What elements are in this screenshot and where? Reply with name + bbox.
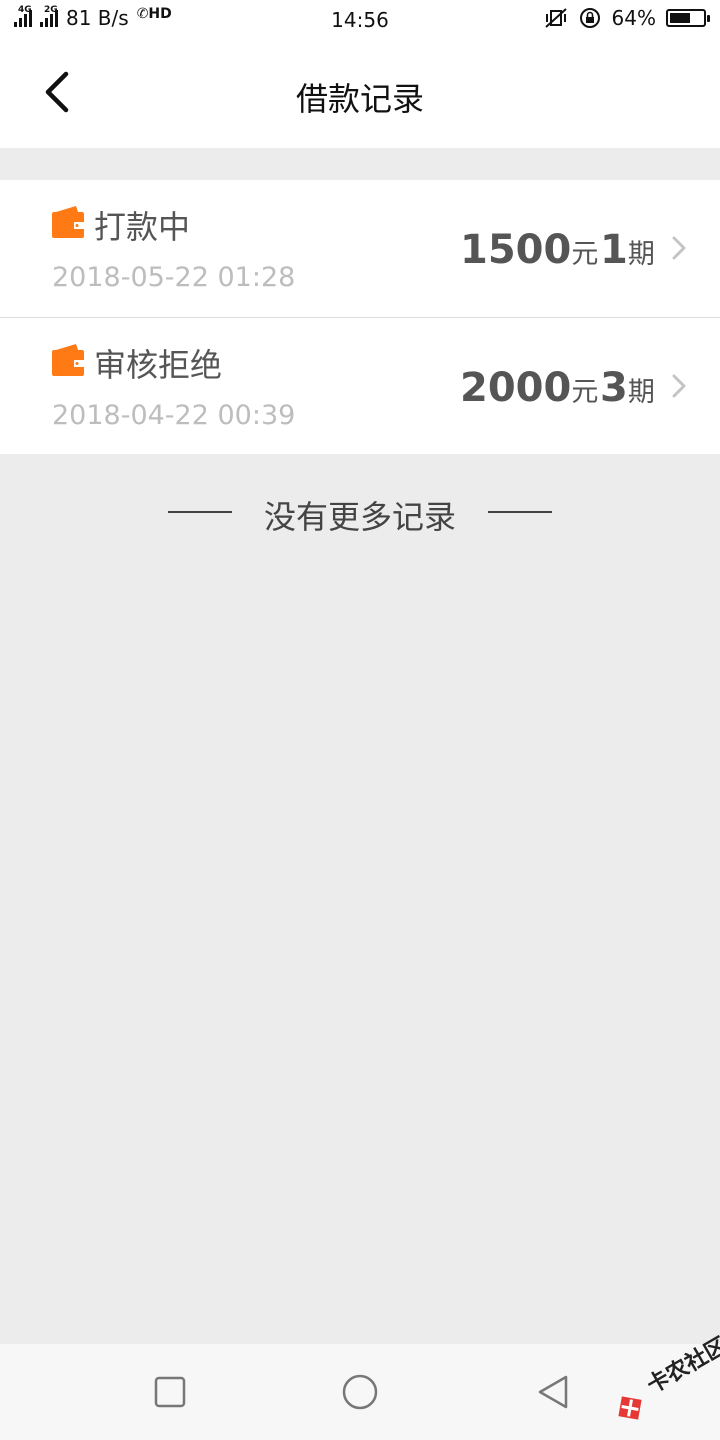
wallet-icon: [52, 206, 84, 238]
period-value: 3: [600, 365, 628, 411]
amount-unit: 元: [571, 239, 599, 270]
record-period: 3期: [600, 365, 655, 411]
back-triangle-icon[interactable]: [536, 1374, 572, 1410]
loan-record-row[interactable]: 审核拒绝 2018-04-22 00:39 2000元 3期: [0, 318, 720, 454]
system-nav-bar: [0, 1344, 720, 1440]
battery-icon: [666, 9, 710, 27]
amount-unit: 元: [571, 377, 599, 408]
wallet-icon: [52, 344, 84, 376]
vibrate-off-icon: [544, 8, 567, 28]
recent-apps-icon[interactable]: [152, 1374, 188, 1410]
amount-value: 2000: [460, 365, 572, 411]
period-unit: 期: [627, 377, 655, 408]
record-date: 2018-05-22 01:28: [52, 262, 296, 293]
record-status: 审核拒绝: [94, 346, 223, 384]
app-header: 借款记录: [0, 40, 720, 148]
status-right: 64%: [544, 6, 710, 30]
no-more-text: 没有更多记录: [263, 498, 456, 536]
record-amount: 2000元: [460, 365, 598, 411]
record-amount: 1500元: [460, 227, 598, 273]
loan-record-row[interactable]: 打款中 2018-05-22 01:28 1500元 1期: [0, 180, 720, 318]
chevron-right-icon: [672, 374, 686, 398]
period-value: 1: [600, 227, 628, 273]
divider-right: [488, 511, 552, 513]
battery-percent: 64%: [611, 6, 656, 30]
rotation-lock-icon: [579, 8, 600, 28]
record-period: 1期: [600, 227, 655, 273]
record-status: 打款中: [94, 208, 191, 246]
record-date: 2018-04-22 00:39: [52, 400, 296, 431]
loan-record-list: 打款中 2018-05-22 01:28 1500元 1期 审核拒绝 2018-…: [0, 180, 720, 454]
no-more-records: 没有更多记录: [0, 490, 720, 536]
period-unit: 期: [627, 239, 655, 270]
chevron-right-icon: [672, 236, 686, 260]
page-title: 借款记录: [295, 80, 424, 118]
amount-value: 1500: [460, 227, 572, 273]
battery-fill: [670, 13, 691, 23]
home-icon[interactable]: [342, 1374, 378, 1410]
status-bar: 4G 2G 81 B/s ✆HD 14:56 64%: [0, 0, 720, 40]
